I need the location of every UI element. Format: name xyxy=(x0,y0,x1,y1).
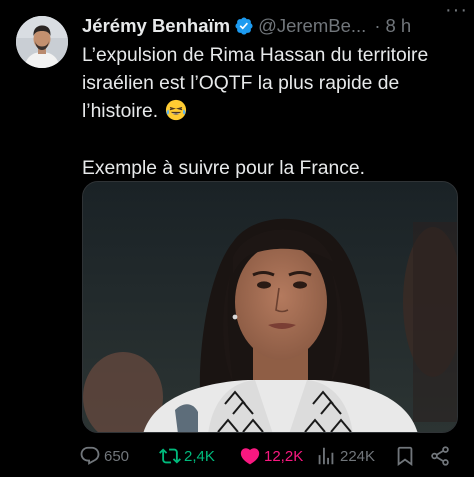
tweet-photo[interactable] xyxy=(82,181,458,433)
views-chart-icon xyxy=(318,447,334,465)
tweet[interactable]: Jérémy Benhaïm @JeremBe... · 8 h ··· L’e… xyxy=(0,0,474,477)
share-button[interactable] xyxy=(429,445,451,467)
repost-count: 2,4K xyxy=(184,447,215,465)
avatar-image xyxy=(16,16,68,68)
like-count: 12,2K xyxy=(264,447,304,465)
avatar[interactable] xyxy=(16,16,68,68)
views-button[interactable]: 224K xyxy=(315,445,375,467)
tweet-header: Jérémy Benhaïm @JeremBe... · 8 h xyxy=(82,13,464,39)
action-bar: 650 2,4K 12,2K 224K xyxy=(79,442,459,470)
header-separator: · xyxy=(374,15,381,36)
verified-badge-icon xyxy=(235,17,253,35)
laughing-emoji-icon xyxy=(166,100,187,121)
reply-button[interactable]: 650 xyxy=(79,445,129,467)
tweet-text-paragraph-2: Exemple à suivre pour la France. xyxy=(82,157,365,179)
author-handle[interactable]: @JeremBe... xyxy=(258,15,366,37)
repost-button[interactable]: 2,4K xyxy=(159,445,215,467)
tweet-text: L’expulsion de Rima Hassan du territoire… xyxy=(82,42,460,183)
bookmark-button[interactable] xyxy=(394,445,416,467)
heart-icon xyxy=(240,448,260,465)
like-button[interactable]: 12,2K xyxy=(239,445,303,467)
repost-icon xyxy=(159,448,181,464)
author-name[interactable]: Jérémy Benhaïm xyxy=(82,15,230,37)
tweet-timestamp[interactable]: 8 h xyxy=(385,15,411,37)
reply-icon xyxy=(80,446,100,465)
views-count: 224K xyxy=(340,447,376,465)
tweet-text-paragraph-1: L’expulsion de Rima Hassan du territoire… xyxy=(82,45,429,123)
share-icon xyxy=(431,446,449,466)
photo-image xyxy=(83,182,457,432)
bookmark-icon xyxy=(397,446,413,467)
more-dots-icon[interactable]: ··· xyxy=(445,0,468,20)
reply-count: 650 xyxy=(104,447,130,465)
